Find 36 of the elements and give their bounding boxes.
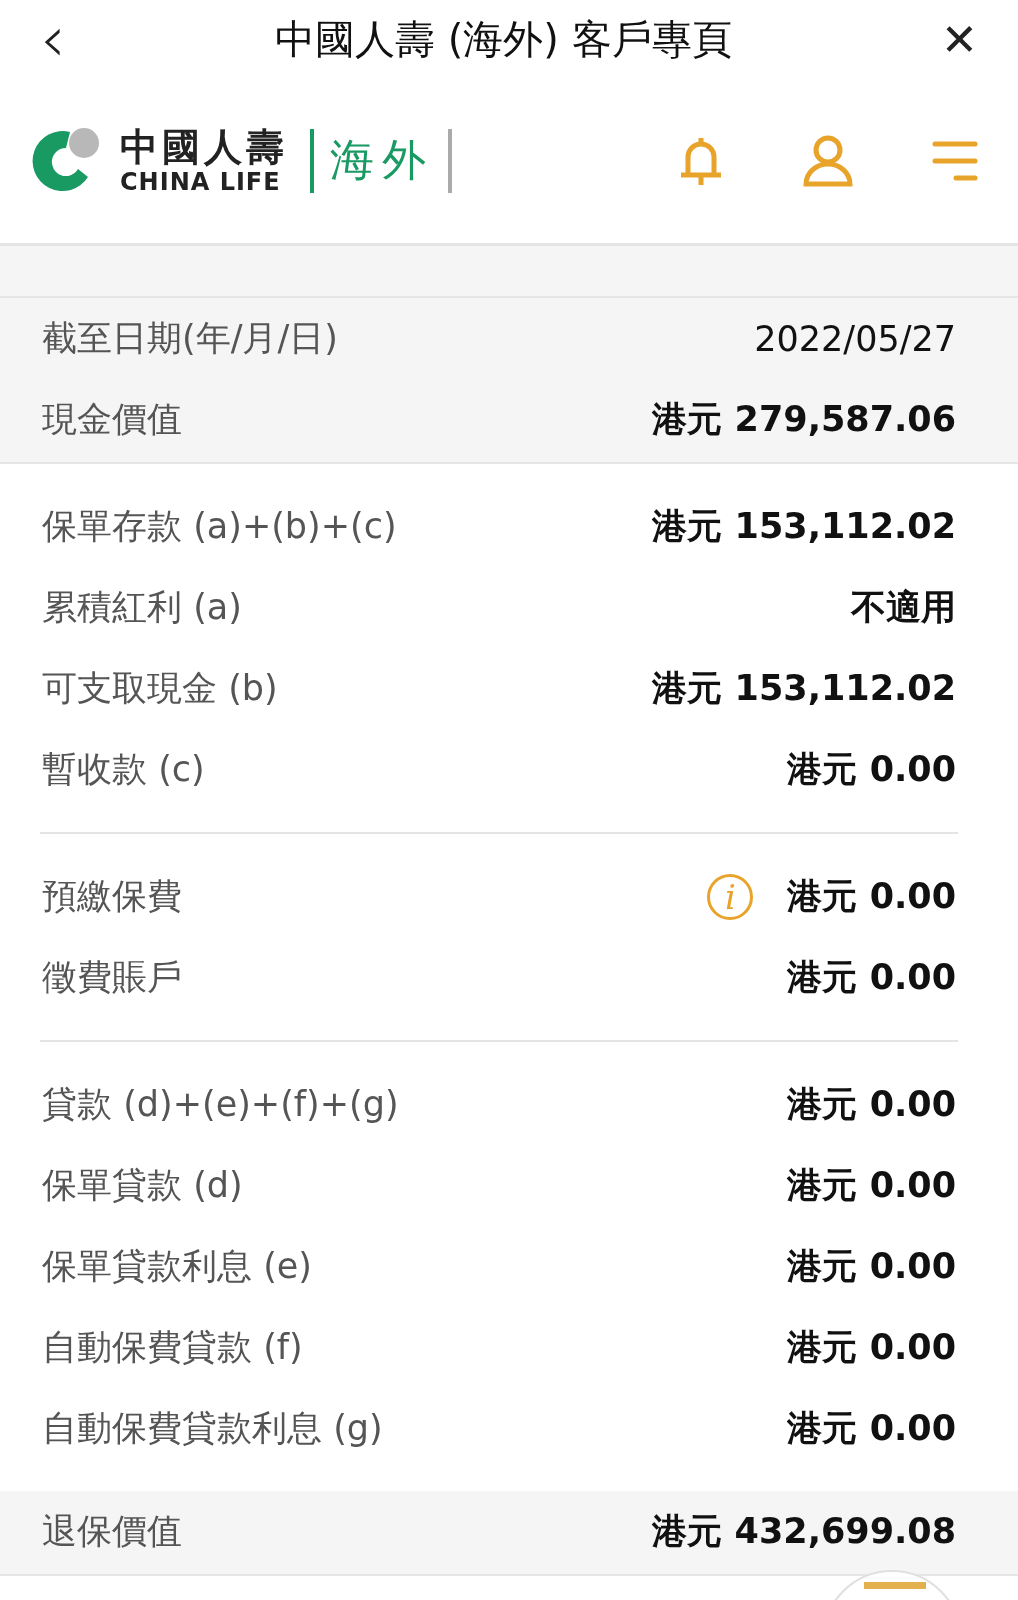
field-value: 港元 153,112.02: [652, 667, 956, 710]
field-value: 港元 432,699.08: [652, 1510, 956, 1553]
field-label: 貸款 (d)+(e)+(f)+(g): [42, 1083, 399, 1126]
field-value: 2022/05/27: [754, 318, 956, 359]
field-value: 港元 0.00: [787, 1164, 956, 1207]
menu-icon[interactable]: [932, 139, 978, 182]
field-label: 預繳保費: [42, 875, 182, 918]
field-label: 徵費賬戶: [42, 956, 182, 999]
region-label: 海外: [330, 133, 434, 187]
field-label: 累積紅利 (a): [42, 586, 242, 629]
field-value: 港元 0.00: [787, 1083, 956, 1126]
user-icon[interactable]: [802, 134, 854, 187]
field-value: 港元 0.00: [787, 956, 956, 999]
field-value: 港元 0.00: [787, 1407, 956, 1450]
field-value: 港元 0.00: [787, 875, 956, 918]
field-label: 可支取現金 (b): [42, 667, 278, 710]
page-title: 中國人壽 (海外) 客戶專頁: [275, 14, 732, 64]
field-label: 保單存款 (a)+(b)+(c): [42, 505, 397, 548]
field-label: 截至日期(年/月/日): [42, 317, 338, 360]
field-label: 自動保費貸款利息 (g): [42, 1407, 383, 1450]
field-value: 不適用: [851, 586, 956, 629]
brand-name-english: CHINA LIFE: [120, 169, 282, 194]
back-button[interactable]: ‹: [40, 7, 66, 71]
field-value: 港元 0.00: [787, 1326, 956, 1369]
field-label: 退保價值: [42, 1510, 182, 1553]
field-label: 保單貸款 (d): [42, 1164, 243, 1207]
field-value: 港元 0.00: [787, 748, 956, 791]
brand-name: 中國人壽: [120, 127, 288, 166]
field-label: 現金價值: [42, 398, 182, 441]
field-label: 保單貸款利息 (e): [42, 1245, 312, 1288]
field-value: 港元 279,587.06: [652, 398, 956, 441]
field-value: 港元 0.00: [787, 1245, 956, 1288]
field-label: 自動保費貸款 (f): [42, 1326, 303, 1369]
close-button[interactable]: ✕: [941, 13, 978, 65]
field-value: 港元 153,112.02: [652, 505, 956, 548]
field-label: 暫收款 (c): [42, 748, 205, 791]
